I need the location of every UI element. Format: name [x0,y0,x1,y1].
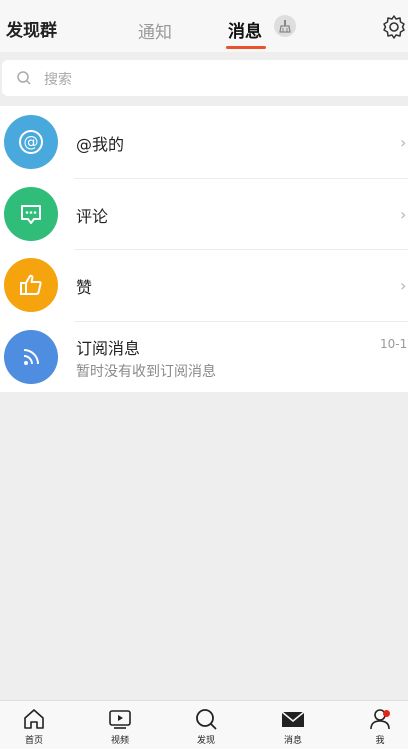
list-item-title: 评论 [76,206,109,226]
svg-text:@: @ [24,133,39,151]
list-item-title: 赞 [76,278,93,297]
discover-search-icon [196,709,217,730]
list-item-subscriptions[interactable]: 订阅消息 暂时没有收到订阅消息 10-16 [0,320,408,393]
chevron-right-icon: › [400,133,407,152]
notification-dot [383,710,390,717]
search-area: 搜索 [0,52,408,106]
list-item-title: @我的 [76,135,125,154]
list-item-mentions[interactable]: @ @我的 › [0,106,408,178]
rss-icon [4,329,58,384]
nav-video[interactable]: 视频 [95,706,145,746]
discover-group-link[interactable]: 发现群 [6,16,57,41]
nav-label: 视频 [110,736,129,746]
nav-me[interactable]: 我 [355,706,405,746]
list-item-comments[interactable]: 评论 › [0,177,408,250]
mail-icon [281,711,305,727]
list-item-likes[interactable]: 赞 › [0,249,408,321]
thumbs-up-icon [4,258,58,312]
chevron-right-icon: › [400,276,407,295]
broom-icon [279,20,291,33]
tab-messages[interactable]: 消息 [228,17,262,42]
video-icon [109,710,131,729]
chevron-right-icon: › [400,204,407,224]
search-icon [17,71,31,85]
search-placeholder: 搜索 [44,72,72,88]
active-tab-indicator [226,46,266,49]
nav-home[interactable]: 首页 [9,706,59,746]
top-bar: 发现群 通知 消息 [0,0,408,52]
nav-label: 首页 [24,736,43,746]
nav-discover[interactable]: 发现 [181,706,231,746]
bottom-nav: 首页 视频 发现 消息 我 [0,700,408,749]
nav-label: 我 [375,736,385,746]
gear-icon[interactable] [381,14,407,40]
tab-notifications[interactable]: 通知 [138,18,172,43]
at-icon: @ [4,115,58,169]
user-icon [370,709,390,730]
list-item-subtitle: 暂时没有收到订阅消息 [76,363,216,380]
nav-messages[interactable]: 消息 [268,706,318,746]
clear-unread-button[interactable] [274,15,296,37]
nav-label: 发现 [196,736,215,746]
comment-icon [4,186,58,241]
list-item-time: 10-16 [380,336,408,351]
home-icon [24,709,44,729]
nav-label: 消息 [283,736,302,746]
list-item-title: 订阅消息 [76,338,141,358]
search-input[interactable]: 搜索 [2,60,408,96]
message-list: @ @我的 › 评论 › 赞 › 订阅消息 暂时没有收到订阅消息 10-1 [0,106,408,392]
